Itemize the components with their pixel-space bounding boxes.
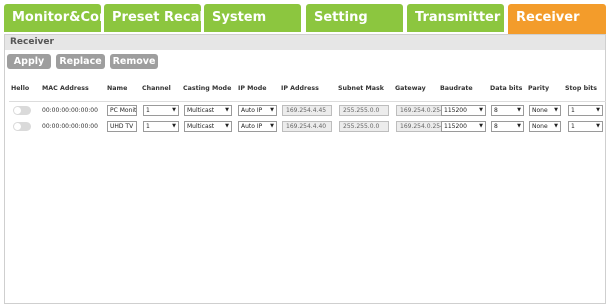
column-header: Subnet Mask <box>338 85 384 92</box>
hello-toggle[interactable] <box>13 106 31 115</box>
baudrate-select[interactable]: 115200 ▼ <box>441 105 486 116</box>
casting-mode-select[interactable]: Multicast ▼ <box>184 121 232 132</box>
chevron-down-icon: ▼ <box>517 107 521 113</box>
column-header: Data bits <box>490 85 523 92</box>
column-header: IP Mode <box>238 85 267 92</box>
chevron-down-icon: ▼ <box>172 107 176 113</box>
tab-setting[interactable]: Setting <box>306 4 403 32</box>
column-header: MAC Address <box>42 85 89 92</box>
column-header: Hello <box>11 85 30 92</box>
column-header: Name <box>107 85 128 92</box>
chevron-down-icon: ▼ <box>596 123 600 129</box>
column-header: Baudrate <box>440 85 473 92</box>
casting-mode-select[interactable]: Multicast ▼ <box>184 105 232 116</box>
gateway-field[interactable]: 169.254.0.254 <box>396 121 446 132</box>
column-header: Stop bits <box>565 85 597 92</box>
ip-mode-select[interactable]: Auto IP ▼ <box>238 121 277 132</box>
tab-receiver[interactable]: Receiver <box>508 4 606 36</box>
panel-title: Receiver <box>5 35 605 50</box>
chevron-down-icon: ▼ <box>225 107 229 113</box>
mac-address: 00:00:00:00:00:00 <box>42 107 98 114</box>
baudrate-select[interactable]: 115200 ▼ <box>441 121 486 132</box>
subnet-mask-field[interactable]: 255.255.0.0 <box>339 121 389 132</box>
replace-button[interactable]: Replace <box>56 54 105 69</box>
subnet-mask-field[interactable]: 255.255.0.0 <box>339 105 389 116</box>
gateway-field[interactable]: 169.254.0.254 <box>396 105 446 116</box>
channel-select[interactable]: 1 ▼ <box>143 121 179 132</box>
column-header: Casting Mode <box>183 85 232 92</box>
column-header: Gateway <box>395 85 426 92</box>
remove-button[interactable]: Remove <box>110 54 158 69</box>
stop-bits-select[interactable]: 1 ▼ <box>568 105 603 116</box>
mac-address: 00:00:00:00:00:00 <box>42 123 98 130</box>
ip-address-field[interactable]: 169.254.4.45 <box>282 105 332 116</box>
data-bits-select[interactable]: 8 ▼ <box>491 105 524 116</box>
receiver-panel: Receiver Apply Replace Remove Hello MAC … <box>4 34 606 304</box>
hello-toggle[interactable] <box>13 122 31 131</box>
stop-bits-select[interactable]: 1 ▼ <box>568 121 603 132</box>
chevron-down-icon: ▼ <box>270 107 274 113</box>
column-header: Channel <box>142 85 171 92</box>
tab-transmitter[interactable]: Transmitter <box>407 4 504 32</box>
chevron-down-icon: ▼ <box>172 123 176 129</box>
data-bits-select[interactable]: 8 ▼ <box>491 121 524 132</box>
chevron-down-icon: ▼ <box>479 123 483 129</box>
parity-select[interactable]: None ▼ <box>529 121 561 132</box>
parity-select[interactable]: None ▼ <box>529 105 561 116</box>
chevron-down-icon: ▼ <box>596 107 600 113</box>
chevron-down-icon: ▼ <box>479 107 483 113</box>
chevron-down-icon: ▼ <box>225 123 229 129</box>
chevron-down-icon: ▼ <box>554 123 558 129</box>
channel-select[interactable]: 1 ▼ <box>143 105 179 116</box>
name-input[interactable]: PC Monit <box>107 105 137 116</box>
name-input[interactable]: UHD TV <box>107 121 137 132</box>
ip-address-field[interactable]: 169.254.4.40 <box>282 121 332 132</box>
chevron-down-icon: ▼ <box>517 123 521 129</box>
tab-preset-recall[interactable]: Preset Recall <box>104 4 201 32</box>
chevron-down-icon: ▼ <box>554 107 558 113</box>
header-divider <box>9 101 606 102</box>
chevron-down-icon: ▼ <box>270 123 274 129</box>
ip-mode-select[interactable]: Auto IP ▼ <box>238 105 277 116</box>
column-header: Parity <box>528 85 550 92</box>
tab-monitor-control[interactable]: Monitor&Control <box>4 4 101 32</box>
column-header: IP Address <box>281 85 319 92</box>
tab-system[interactable]: System <box>204 4 301 32</box>
top-tab-bar: Monitor&Control Preset Recall System Set… <box>0 0 606 36</box>
apply-button[interactable]: Apply <box>7 54 51 69</box>
